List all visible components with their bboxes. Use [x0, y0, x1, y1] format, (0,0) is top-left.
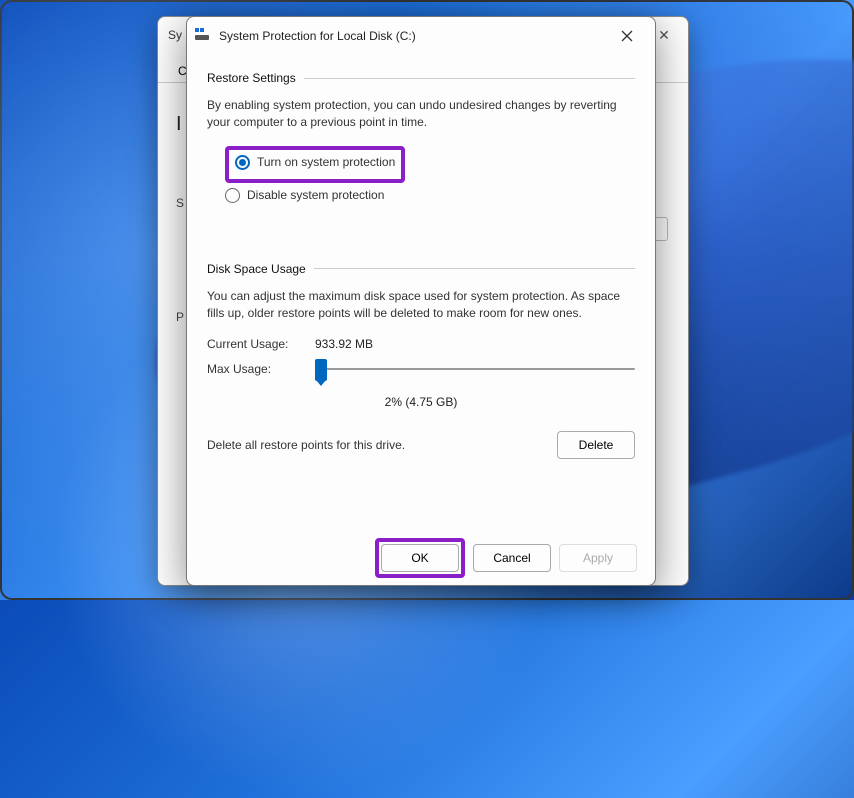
dialog-titlebar: System Protection for Local Disk (C:) — [187, 17, 655, 55]
dialog-body: Restore Settings By enabling system prot… — [187, 55, 655, 531]
slider-value-caption: 2% (4.75 GB) — [207, 395, 635, 409]
restore-settings-label: Restore Settings — [207, 71, 304, 85]
delete-button[interactable]: Delete — [557, 431, 635, 459]
disk-space-header: Disk Space Usage — [207, 262, 635, 276]
highlight-ok: OK — [375, 538, 465, 578]
restore-settings-header: Restore Settings — [207, 71, 635, 85]
ok-button[interactable]: OK — [381, 544, 459, 572]
radio-icon — [225, 188, 240, 203]
delete-row: Delete all restore points for this drive… — [207, 431, 635, 459]
divider — [304, 78, 635, 79]
radio-turn-on-label: Turn on system protection — [257, 155, 395, 169]
cancel-button[interactable]: Cancel — [473, 544, 551, 572]
slider-track — [315, 368, 635, 370]
current-usage-value: 933.92 MB — [315, 337, 373, 351]
close-button[interactable] — [607, 21, 647, 51]
radio-icon — [235, 155, 250, 170]
current-usage-row: Current Usage: 933.92 MB — [207, 337, 635, 351]
dialog-footer: OK Cancel Apply — [187, 531, 655, 585]
dialog-title: System Protection for Local Disk (C:) — [219, 29, 607, 43]
delete-description: Delete all restore points for this drive… — [207, 438, 557, 452]
apply-button: Apply — [559, 544, 637, 572]
slider-thumb[interactable] — [315, 359, 327, 381]
max-usage-slider[interactable] — [315, 359, 635, 379]
restore-description: By enabling system protection, you can u… — [207, 97, 635, 132]
current-usage-label: Current Usage: — [207, 337, 315, 351]
protection-radio-group: Turn on system protection Disable system… — [225, 146, 635, 204]
system-protection-icon — [195, 28, 211, 44]
system-protection-dialog: System Protection for Local Disk (C:) Re… — [186, 16, 656, 586]
close-icon — [621, 30, 633, 42]
radio-disable-protection[interactable]: Disable system protection — [225, 187, 635, 204]
highlight-turn-on: Turn on system protection — [225, 146, 405, 183]
disk-space-label: Disk Space Usage — [207, 262, 314, 276]
radio-turn-on-protection[interactable]: Turn on system protection — [235, 154, 395, 171]
max-usage-label: Max Usage: — [207, 362, 315, 376]
radio-disable-label: Disable system protection — [247, 188, 384, 202]
disk-description: You can adjust the maximum disk space us… — [207, 288, 635, 323]
max-usage-row: Max Usage: — [207, 359, 635, 379]
divider — [314, 268, 635, 269]
